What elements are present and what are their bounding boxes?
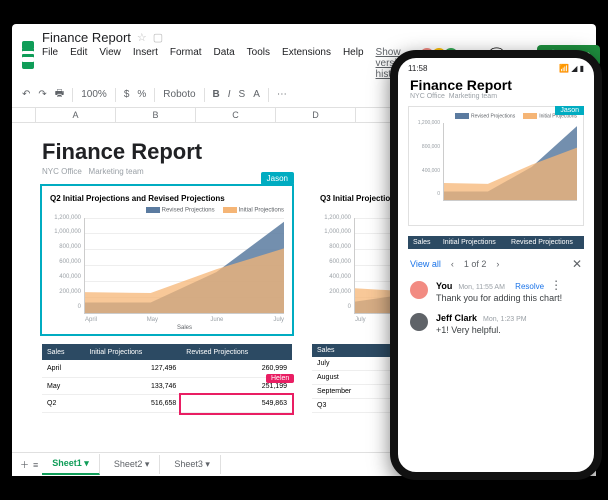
presence-tag-jason: Jason [555,106,584,115]
menu-help[interactable]: Help [343,47,364,80]
text-color-icon[interactable]: A [253,89,260,100]
avatar [410,281,428,299]
phone-statusbar: 11:58 📶 ◢ ▮ [398,58,594,75]
table-row: Q2516,658549,863 [42,395,292,413]
table-row: May133,746251,199 [42,377,292,395]
sheets-logo-icon[interactable] [22,41,34,69]
comment[interactable]: Jeff ClarkMon, 1:23 PM +1! Very helpful. [410,313,582,335]
view-all-link[interactable]: View all [410,259,441,269]
menu-insert[interactable]: Insert [133,47,158,80]
presence-tag-jason: Jason [261,172,294,185]
chart-q2[interactable]: Jason Q2 Initial Projections and Revised… [42,186,292,334]
next-comment-button[interactable]: › [496,259,499,269]
phone-doc-title: Finance Report [398,75,594,93]
comment-pager: 1 of 2 [464,259,487,269]
comment[interactable]: YouMon, 11:55 AMResolve⋮ Thank you for a… [410,281,582,303]
bold-icon[interactable]: B [213,89,220,100]
table-row: April127,496260,999 [42,360,292,377]
document-title[interactable]: Finance Report [42,30,131,45]
star-icon[interactable]: ☆ [137,31,147,44]
phone-table[interactable]: SalesInitial ProjectionsRevised Projecti… [408,236,584,249]
chart-legend: Revised Projections Initial Projections [50,207,284,214]
format-percent-icon[interactable]: % [137,89,146,100]
undo-icon[interactable]: ↶ [22,89,30,100]
active-cell: 549,863 [181,395,292,413]
menubar: File Edit View Insert Format Data Tools … [42,45,408,80]
font-select[interactable]: Roboto [163,89,195,100]
chart-plot-area: 1,200,0001,000,000800,000600,000400,0002… [84,218,284,314]
all-sheets-button[interactable]: ≡ [33,460,38,470]
italic-icon[interactable]: I [228,89,231,100]
sheet-tab[interactable]: Sheet3 ▾ [164,455,221,474]
col-a[interactable]: A [36,108,116,122]
col-c[interactable]: C [196,108,276,122]
select-all-cell[interactable] [12,108,36,122]
zoom[interactable]: 100% [81,89,107,100]
col-d[interactable]: D [276,108,356,122]
clock: 11:58 [408,64,427,73]
status-icons: 📶 ◢ ▮ [559,64,584,73]
comment-text: +1! Very helpful. [436,325,527,335]
presence-tag-helen: Helen [266,374,294,383]
sheet-tab[interactable]: Sheet2 ▾ [104,455,161,474]
menu-edit[interactable]: Edit [70,47,87,80]
menu-extensions[interactable]: Extensions [282,47,331,80]
comment-text: Thank you for adding this chart! [436,293,562,303]
print-icon[interactable]: 🖶 [55,86,64,103]
table-q2[interactable]: SalesInitial ProjectionsRevised Projecti… [42,344,292,413]
menu-data[interactable]: Data [214,47,235,80]
more-icon[interactable]: ⋯ [277,89,287,100]
move-icon[interactable]: ▢ [153,31,163,44]
mobile-preview: 11:58 📶 ◢ ▮ Finance Report NYC Office Ma… [390,50,602,480]
comments-panel: View all ‹ 1 of 2 › ✕ YouMon, 11:55 AMRe… [398,249,594,353]
prev-comment-button[interactable]: ‹ [451,259,454,269]
col-b[interactable]: B [116,108,196,122]
add-sheet-button[interactable]: ＋ [20,458,29,471]
resolve-button[interactable]: Resolve [515,282,544,291]
format-currency-icon[interactable]: $ [124,89,130,100]
close-comments-button[interactable]: ✕ [572,257,582,271]
comment-menu-icon[interactable]: ⋮ [550,281,562,289]
phone-chart[interactable]: Jason Revised ProjectionsInitial Project… [408,106,584,226]
avatar [410,313,428,331]
strike-icon[interactable]: S [239,89,246,100]
phone-doc-subtitle: NYC Office Marketing team [398,93,594,106]
menu-tools[interactable]: Tools [247,47,270,80]
menu-file[interactable]: File [42,47,58,80]
menu-format[interactable]: Format [170,47,202,80]
redo-icon[interactable]: ↷ [38,89,46,100]
chart-title: Q2 Initial Projections and Revised Proje… [50,194,284,203]
sheet-tab[interactable]: Sheet1 ▾ [42,454,100,475]
menu-view[interactable]: View [99,47,121,80]
